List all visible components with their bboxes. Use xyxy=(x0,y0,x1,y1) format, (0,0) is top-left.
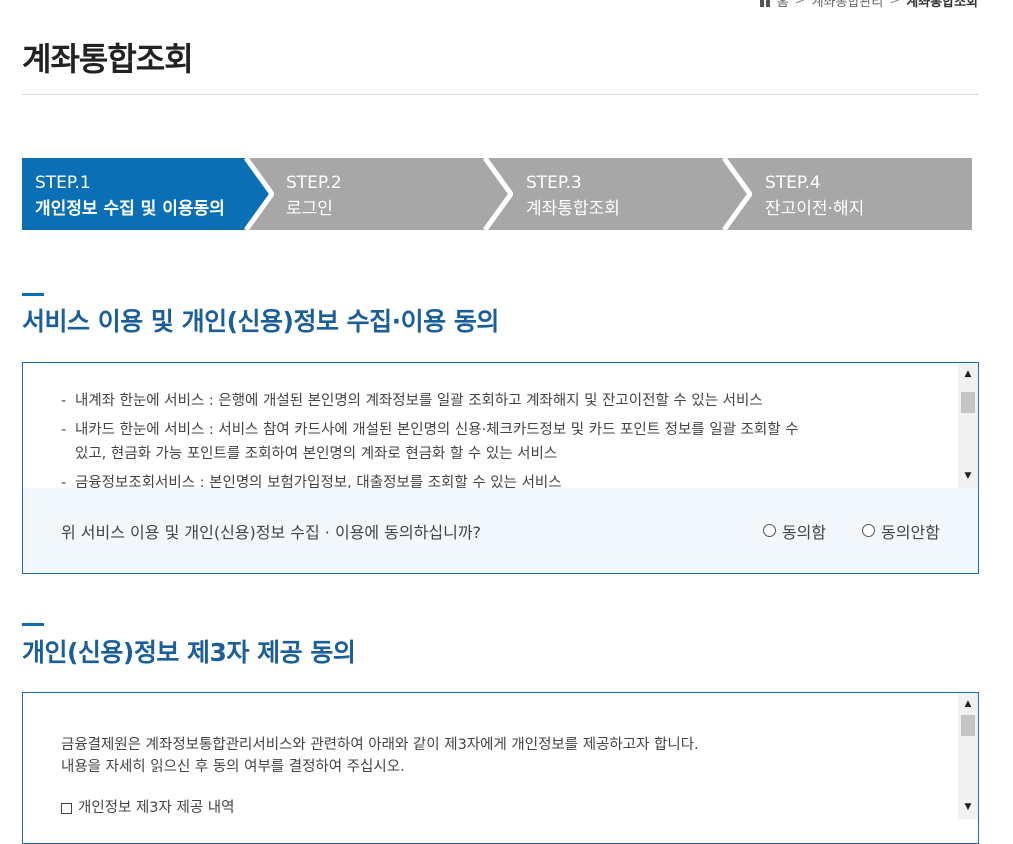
consent-question: 위 서비스 이용 및 개인(신용)정보 수집 · 이용에 동의하십니까? xyxy=(61,522,482,542)
step-1-label: 개인정보 수집 및 이용동의 xyxy=(35,199,225,219)
title-divider xyxy=(22,94,979,95)
step-indicator: STEP.4 잔고이전·해지 STEP.3 계좌통합조회 STEP.2 로그인 … xyxy=(22,158,972,230)
step-3-number: STEP.3 xyxy=(526,173,582,193)
step-2-number: STEP.2 xyxy=(286,173,342,193)
list-item: 내계좌 한눈에 서비스 : 은행에 개설된 본인명의 계좌정보를 일괄 조회하고… xyxy=(61,389,958,413)
section-marker xyxy=(22,293,44,296)
chevron-separator-icon xyxy=(244,158,274,230)
step-4: STEP.4 잔고이전·해지 xyxy=(722,158,972,230)
terms-list: 내계좌 한눈에 서비스 : 은행에 개설된 본인명의 계좌정보를 일괄 조회하고… xyxy=(61,389,958,495)
step-1: STEP.1 개인정보 수집 및 이용동의 xyxy=(22,158,272,230)
agree-radio[interactable]: 동의함 xyxy=(762,519,826,543)
intro-line-2: 내용을 자세히 읽으신 후 동의 여부를 결정하여 주십시오. xyxy=(61,759,405,775)
radio-icon[interactable] xyxy=(862,524,876,537)
step-3: STEP.3 계좌통합조회 xyxy=(482,158,750,230)
consent-question-bar: 위 서비스 이용 및 개인(신용)정보 수집 · 이용에 동의하십니까? 동의함… xyxy=(23,488,978,573)
step-3-label: 계좌통합조회 xyxy=(526,199,620,219)
scroll-down-arrow-icon[interactable]: ▼ xyxy=(958,798,978,816)
step-1-number: STEP.1 xyxy=(35,173,91,193)
terms-scroll-area[interactable]: 내계좌 한눈에 서비스 : 은행에 개설된 본인명의 계좌정보를 일괄 조회하고… xyxy=(23,389,958,500)
provision-details-item: 개인정보 제3자 제공 내역 xyxy=(61,797,958,819)
chevron-separator-icon xyxy=(483,158,513,230)
scrollbar[interactable]: ▲ ▼ xyxy=(958,363,978,488)
step-4-number: STEP.4 xyxy=(765,173,821,193)
scroll-up-arrow-icon[interactable]: ▲ xyxy=(958,695,978,713)
radio-icon[interactable] xyxy=(762,524,776,537)
scrollbar-thumb[interactable] xyxy=(961,392,975,413)
scroll-up-arrow-icon[interactable]: ▲ xyxy=(958,365,978,383)
intro-line-1: 금융결제원은 계좌정보통합관리서비스와 관련하여 아래와 같이 제3자에게 개인… xyxy=(61,737,699,753)
step-4-label: 잔고이전·해지 xyxy=(765,199,865,219)
breadcrumb: 홈 > 계좌통합관리 > 계좌통합조회 xyxy=(759,0,978,10)
breadcrumb-home[interactable]: 홈 xyxy=(777,0,789,10)
checkbox-icon xyxy=(61,802,72,814)
section-title-service-consent: 서비스 이용 및 개인(신용)정보 수집·이용 동의 xyxy=(22,307,499,336)
section-title-third-party-consent: 개인(신용)정보 제3자 제공 동의 xyxy=(22,638,356,667)
scrollbar-thumb[interactable] xyxy=(961,715,975,736)
disagree-radio[interactable]: 동의안함 xyxy=(862,519,940,543)
chevron-right-icon: > xyxy=(889,0,901,8)
breadcrumb-current: 계좌통합조회 xyxy=(906,0,978,10)
service-consent-box: 내계좌 한눈에 서비스 : 은행에 개설된 본인명의 계좌정보를 일괄 조회하고… xyxy=(22,362,979,574)
step-2: STEP.2 로그인 xyxy=(244,158,511,230)
chevron-right-icon: > xyxy=(794,0,806,8)
scrollbar[interactable]: ▲ ▼ xyxy=(958,693,978,819)
breadcrumb-level1[interactable]: 계좌통합관리 xyxy=(812,0,884,10)
scroll-down-arrow-icon[interactable]: ▼ xyxy=(958,467,978,485)
page-title: 계좌통합조회 xyxy=(22,40,194,78)
list-item: 내카드 한눈에 서비스 : 서비스 참여 카드사에 개설된 본인명의 신용·체크… xyxy=(61,418,958,466)
home-icon[interactable] xyxy=(759,0,771,7)
step-2-label: 로그인 xyxy=(286,199,333,219)
third-party-consent-box: 금융결제원은 계좌정보통합관리서비스와 관련하여 아래와 같이 제3자에게 개인… xyxy=(22,692,979,844)
third-party-scroll-area[interactable]: 금융결제원은 계좌정보통합관리서비스와 관련하여 아래와 같이 제3자에게 개인… xyxy=(23,734,958,819)
section-marker xyxy=(22,623,44,626)
chevron-separator-icon xyxy=(722,158,752,230)
